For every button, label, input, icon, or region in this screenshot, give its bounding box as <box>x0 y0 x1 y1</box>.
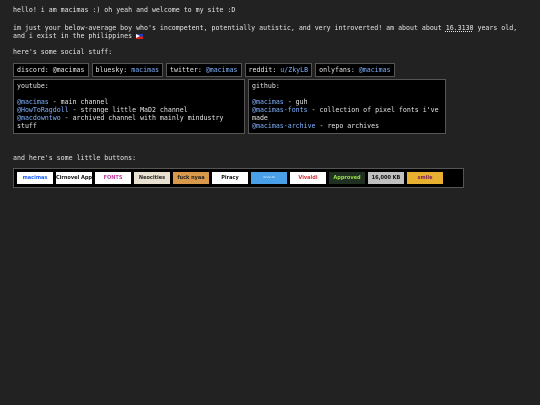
intro-text: hello! i am macimas :) oh yeah and welco… <box>13 6 236 14</box>
list-item: @macimas-fonts - collection of pixel fon… <box>252 106 442 122</box>
channel-columns: youtube: @macimas - main channel @HowToR… <box>13 79 528 134</box>
list-item: @macdowntwo - archived channel with main… <box>17 114 241 130</box>
onlyfans-link[interactable]: @macimas <box>359 66 391 74</box>
social-bluesky: bluesky: macimas <box>91 63 164 77</box>
item-desc: - repo archives <box>315 122 380 130</box>
neocities-button[interactable]: Neocities <box>134 172 170 184</box>
buttons-heading: and here's some little buttons: <box>13 154 137 162</box>
list-item: @HowToRagdoll - strange little MaD2 chan… <box>17 106 241 114</box>
cat-button[interactable]: fuck nyaa <box>173 172 209 184</box>
piracy-button[interactable]: Piracy <box>212 172 248 184</box>
social-discord: discord: @macimas <box>13 63 89 77</box>
youtube-title: youtube: <box>17 82 49 90</box>
page: hello! i am macimas :) oh yeah and welco… <box>0 0 540 188</box>
github-link-fonts[interactable]: @macimas-fonts <box>252 106 308 114</box>
item-desc: - main channel <box>48 98 109 106</box>
list-item: @macimas - guh <box>252 98 442 106</box>
blue-button[interactable]: ~~~ <box>251 172 287 184</box>
github-link-archive[interactable]: @macimas-archive <box>252 122 316 130</box>
approved-button[interactable]: Approved <box>329 172 365 184</box>
item-desc: - strange little MaD2 channel <box>68 106 188 114</box>
list-item: @macimas - main channel <box>17 98 241 106</box>
reddit-link[interactable]: u/ZkyLB <box>280 66 308 74</box>
social-onlyfans: onlyfans: @macimas <box>315 63 395 77</box>
youtube-box: youtube: @macimas - main channel @HowToR… <box>13 79 245 134</box>
youtube-link-howtoragdoll[interactable]: @HowToRagdoll <box>17 106 69 114</box>
social-label: discord: <box>17 66 53 74</box>
fonts-button[interactable]: FONTS <box>95 172 131 184</box>
bluesky-link[interactable]: macimas <box>131 66 159 74</box>
philippines-flag-icon <box>136 33 144 39</box>
github-box: github: @macimas - guh @macimas-fonts - … <box>248 79 446 134</box>
github-title: github: <box>252 82 280 90</box>
social-heading: here's some social stuff: <box>13 48 113 56</box>
youtube-link-macimas[interactable]: @macimas <box>17 98 49 106</box>
twitter-link[interactable]: @macimas <box>206 66 238 74</box>
buttons-strip: macimasCirnovel ApprovedFONTSNeocitiesfu… <box>13 168 464 188</box>
social-twitter: twitter: @macimas <box>166 63 242 77</box>
social-label: onlyfans: <box>319 66 359 74</box>
web-button[interactable]: 16,000 KB <box>368 172 404 184</box>
social-links: discord: @macimas bluesky: macimas twitt… <box>13 63 528 77</box>
github-link-macimas[interactable]: @macimas <box>252 98 284 106</box>
vivaldi-button[interactable]: Vivaldi <box>290 172 326 184</box>
macimas-button[interactable]: macimas <box>17 172 53 184</box>
social-handle: @macimas <box>52 66 85 74</box>
about-text: im just your below-average boy who's inc… <box>13 24 533 40</box>
youtube-link-macdowntwo[interactable]: @macdowntwo <box>17 114 61 122</box>
list-item: @macimas-archive - repo archives <box>252 122 442 130</box>
about-before: im just your below-average boy who's inc… <box>13 24 446 32</box>
social-label: twitter: <box>170 66 206 74</box>
pride-button[interactable]: smile <box>407 172 443 184</box>
cirno-approved-button[interactable]: Cirnovel Approved <box>56 172 92 184</box>
age-value: 16.3138 <box>445 24 474 32</box>
social-label: bluesky: <box>95 66 132 74</box>
item-desc: - guh <box>283 98 308 106</box>
social-reddit: reddit: u/ZkyLB <box>244 63 313 77</box>
social-label: reddit: <box>248 66 281 74</box>
